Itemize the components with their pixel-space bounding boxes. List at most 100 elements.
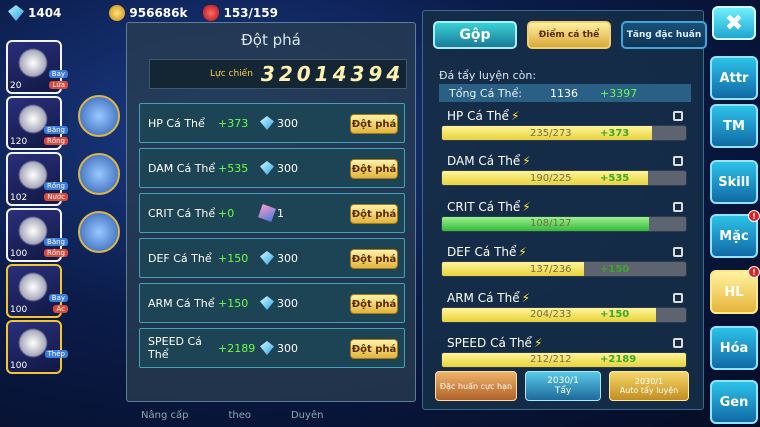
nav-button[interactable]: HL!: [710, 266, 760, 314]
stat-bar: 212/212 +2189: [441, 351, 687, 368]
stat-row: CRIT Cá Thể ⚡ 108/127: [441, 200, 691, 245]
nav-button[interactable]: Mặc!: [710, 210, 760, 258]
panel-title: Đột phá: [241, 31, 301, 49]
footer-item[interactable]: Nâng cấp: [141, 410, 188, 421]
stat-list: HP Cá Thể ⚡ 235/273 +373 DAM Cá Thể ⚡ 190/225 +…: [441, 109, 691, 381]
power-label: Lực chiến: [210, 69, 253, 79]
member-level: 100: [10, 361, 28, 371]
type-tag: Băng: [44, 238, 68, 246]
lock-icon[interactable]: [673, 292, 683, 303]
nav-button[interactable]: TM: [710, 104, 758, 148]
stat-value: 108/127: [530, 218, 572, 230]
special-training-button[interactable]: Đặc huấn cực hạn: [435, 371, 517, 401]
type-tag: Bay: [48, 294, 68, 302]
lock-icon[interactable]: [673, 337, 683, 348]
gems-counter[interactable]: 1404: [8, 5, 61, 21]
gem-icon: [260, 116, 274, 130]
nav-label: HL: [724, 284, 744, 300]
lock-icon[interactable]: [673, 247, 683, 258]
cost-value: 300: [277, 116, 298, 130]
cost-value: 300: [277, 161, 298, 175]
stat-bar: 108/127: [441, 215, 687, 232]
wash-button[interactable]: 2030/1 Tẩy: [525, 371, 601, 401]
type-tag: Rồng: [43, 137, 68, 145]
party-member[interactable]: 100 Thép: [6, 320, 68, 374]
gold-counter[interactable]: 956686k: [109, 5, 187, 21]
breakthrough-row: DAM Cá Thể +535 300 Đột phá: [139, 148, 405, 188]
breakthrough-button[interactable]: Đột phá: [350, 159, 398, 179]
stat-name: DAM Cá Thể: [148, 161, 216, 175]
stat-value: 190/225: [530, 172, 572, 184]
member-level: 120: [10, 137, 28, 147]
stamina-counter[interactable]: 153/159: [203, 5, 278, 21]
stat-name: HP Cá Thể: [148, 116, 205, 130]
bolt-icon: ⚡: [522, 154, 531, 169]
nav-label: Hóa: [719, 340, 749, 356]
party-member[interactable]: 100 Băng Rồng: [6, 208, 68, 262]
tab-individual-points[interactable]: Điểm cá thể: [527, 21, 611, 49]
member-level: 100: [10, 249, 28, 259]
gem-icon: [260, 296, 274, 310]
lock-icon[interactable]: [673, 111, 683, 121]
monster-portrait: [18, 328, 48, 358]
stamina-icon: [203, 5, 220, 21]
nav-button[interactable]: Gen: [710, 380, 758, 424]
stat-bonus: +535: [218, 161, 249, 175]
party-member[interactable]: 20 Bay Lửa: [6, 40, 68, 94]
stat-bonus: +2189: [218, 341, 256, 355]
stat-bonus: +0: [218, 206, 235, 220]
gem-icon: [8, 5, 24, 21]
breakthrough-row: SPEED Cá Thể +2189 300 Đột phá: [139, 328, 405, 368]
power-value: 32014394: [260, 62, 405, 86]
nav-label: Skill: [718, 174, 750, 190]
footer-item[interactable]: Duyên: [291, 410, 323, 421]
breakthrough-row: ARM Cá Thể +150 300 Đột phá: [139, 283, 405, 323]
bolt-icon: ⚡: [533, 335, 543, 350]
scroll-icon: [258, 204, 276, 222]
stat-bonus: +373: [600, 127, 630, 139]
monster-portrait: [18, 272, 48, 302]
stat-name: DEF Cá Thể: [148, 251, 212, 265]
nav-label: Gen: [719, 394, 749, 410]
orb-icon[interactable]: [78, 211, 120, 253]
gem-icon: [260, 161, 274, 175]
party-member[interactable]: 102 Rồng Nước: [6, 152, 68, 206]
stat-name: DAM Cá Thể: [447, 154, 521, 169]
auto-wash-button[interactable]: 2030/1 Auto tẩy luyện: [609, 371, 689, 401]
stat-bar: 235/273 +373: [441, 125, 687, 141]
stat-bonus: +373: [218, 116, 249, 130]
cost-value: 1: [277, 206, 284, 220]
footer-item[interactable]: theo: [228, 410, 251, 421]
close-button[interactable]: ✖: [712, 6, 756, 40]
nav-button[interactable]: Skill: [710, 160, 758, 204]
party-member[interactable]: 120 Băng Rồng: [6, 96, 68, 150]
stat-name: SPEED Cá Thể: [148, 335, 202, 361]
breakthrough-button[interactable]: Đột phá: [350, 249, 398, 269]
lock-icon[interactable]: [673, 201, 683, 212]
breakthrough-button[interactable]: Đột phá: [350, 294, 398, 314]
stat-bonus: +535: [600, 172, 630, 184]
nav-button[interactable]: Attr: [710, 56, 758, 100]
cost-value: 300: [277, 251, 298, 265]
nav-button[interactable]: Hóa: [710, 326, 758, 370]
bag-icon[interactable]: [78, 153, 120, 195]
cocoon-icon[interactable]: [78, 95, 120, 137]
breakthrough-button[interactable]: Đột phá: [350, 114, 398, 134]
party-list: 20 Bay Lửa 120 Băng Rồng 102 Rồng Nước 100 Băng Rồn…: [0, 40, 70, 376]
stat-bar: 204/233 +150: [441, 306, 687, 323]
tab-boost-training[interactable]: Tăng đặc huấn: [621, 21, 707, 49]
tab-merge[interactable]: Gộp: [433, 21, 517, 49]
breakthrough-button[interactable]: Đột phá: [350, 339, 398, 359]
side-icons: [78, 95, 120, 269]
remaining-stones-label: Đá tẩy luyện còn:: [439, 69, 537, 82]
stat-value: 235/273: [530, 127, 572, 139]
stat-bonus: +150: [218, 251, 249, 265]
stat-bonus: +150: [600, 309, 630, 321]
party-member[interactable]: 100 Bay Ác: [6, 264, 68, 318]
lock-icon[interactable]: [673, 156, 683, 167]
breakthrough-button[interactable]: Đột phá: [350, 204, 398, 224]
stat-row: DAM Cá Thể ⚡ 190/225 +535: [441, 154, 691, 199]
type-tag: Nước: [44, 193, 68, 201]
breakthrough-row: HP Cá Thể +373 300 Đột phá: [139, 103, 405, 143]
training-actions: Đặc huấn cực hạn 2030/1 Tẩy 2030/1 Auto …: [435, 371, 689, 401]
